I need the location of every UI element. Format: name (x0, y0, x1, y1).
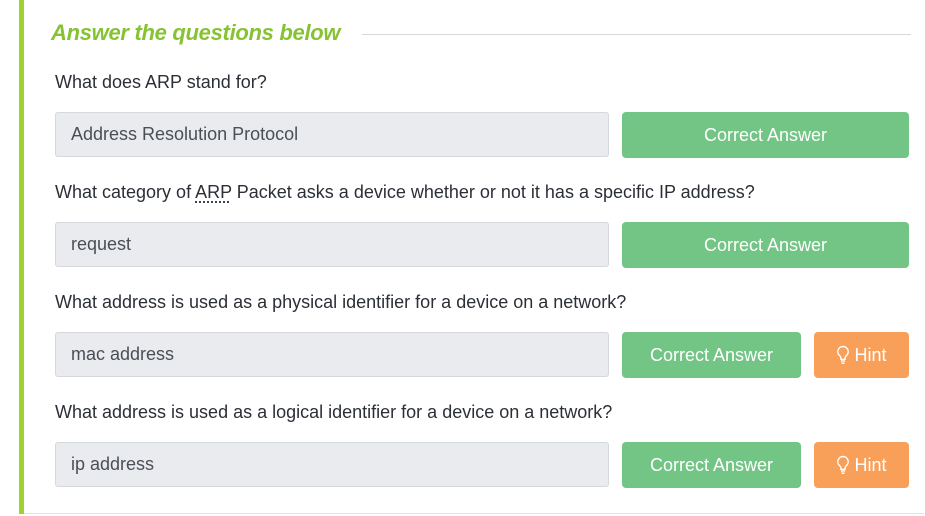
questions-panel: Answer the questions below What does ARP… (19, 0, 925, 514)
question-2-text-after: Packet asks a device whether or not it h… (231, 182, 755, 202)
question-3-answer-value: mac address (71, 344, 175, 364)
question-2-answer-field[interactable]: request (55, 222, 609, 267)
header-divider (362, 33, 911, 35)
question-2-correct-answer-button[interactable]: Correct Answer (622, 222, 909, 268)
question-2-text: What category of ARP Packet asks a devic… (55, 182, 755, 203)
question-4-answer-field[interactable]: ip address (55, 442, 609, 487)
lightbulb-icon (837, 345, 850, 364)
question-4-correct-answer-button[interactable]: Correct Answer (622, 442, 801, 488)
question-1-correct-answer-button[interactable]: Correct Answer (622, 112, 909, 158)
question-1-text: What does ARP stand for? (55, 72, 267, 92)
question-2-answer-value: request (71, 234, 132, 254)
question-4-hint-label: Hint (854, 454, 887, 475)
question-1-answer-value: Address Resolution Protocol (71, 124, 299, 144)
question-3-hint-button[interactable]: Hint (814, 332, 909, 378)
question-3-answer-field[interactable]: mac address (55, 332, 609, 377)
arp-abbreviation: ARP (195, 182, 232, 202)
question-1-answer-field[interactable]: Address Resolution Protocol (55, 112, 609, 157)
question-3-text: What address is used as a physical ident… (55, 292, 627, 312)
section-title: Answer the questions below (51, 20, 341, 45)
question-3-correct-answer-button[interactable]: Correct Answer (622, 332, 801, 378)
question-4-answer-value: ip address (71, 454, 155, 474)
question-4-text: What address is used as a logical identi… (55, 402, 613, 422)
question-3-hint-label: Hint (854, 344, 887, 365)
lightbulb-icon (837, 455, 850, 474)
question-2-text-before: What category of (55, 182, 196, 202)
question-4-hint-button[interactable]: Hint (814, 442, 909, 488)
section-header: Answer the questions below (51, 16, 911, 50)
panel-bottom-border (24, 513, 924, 514)
